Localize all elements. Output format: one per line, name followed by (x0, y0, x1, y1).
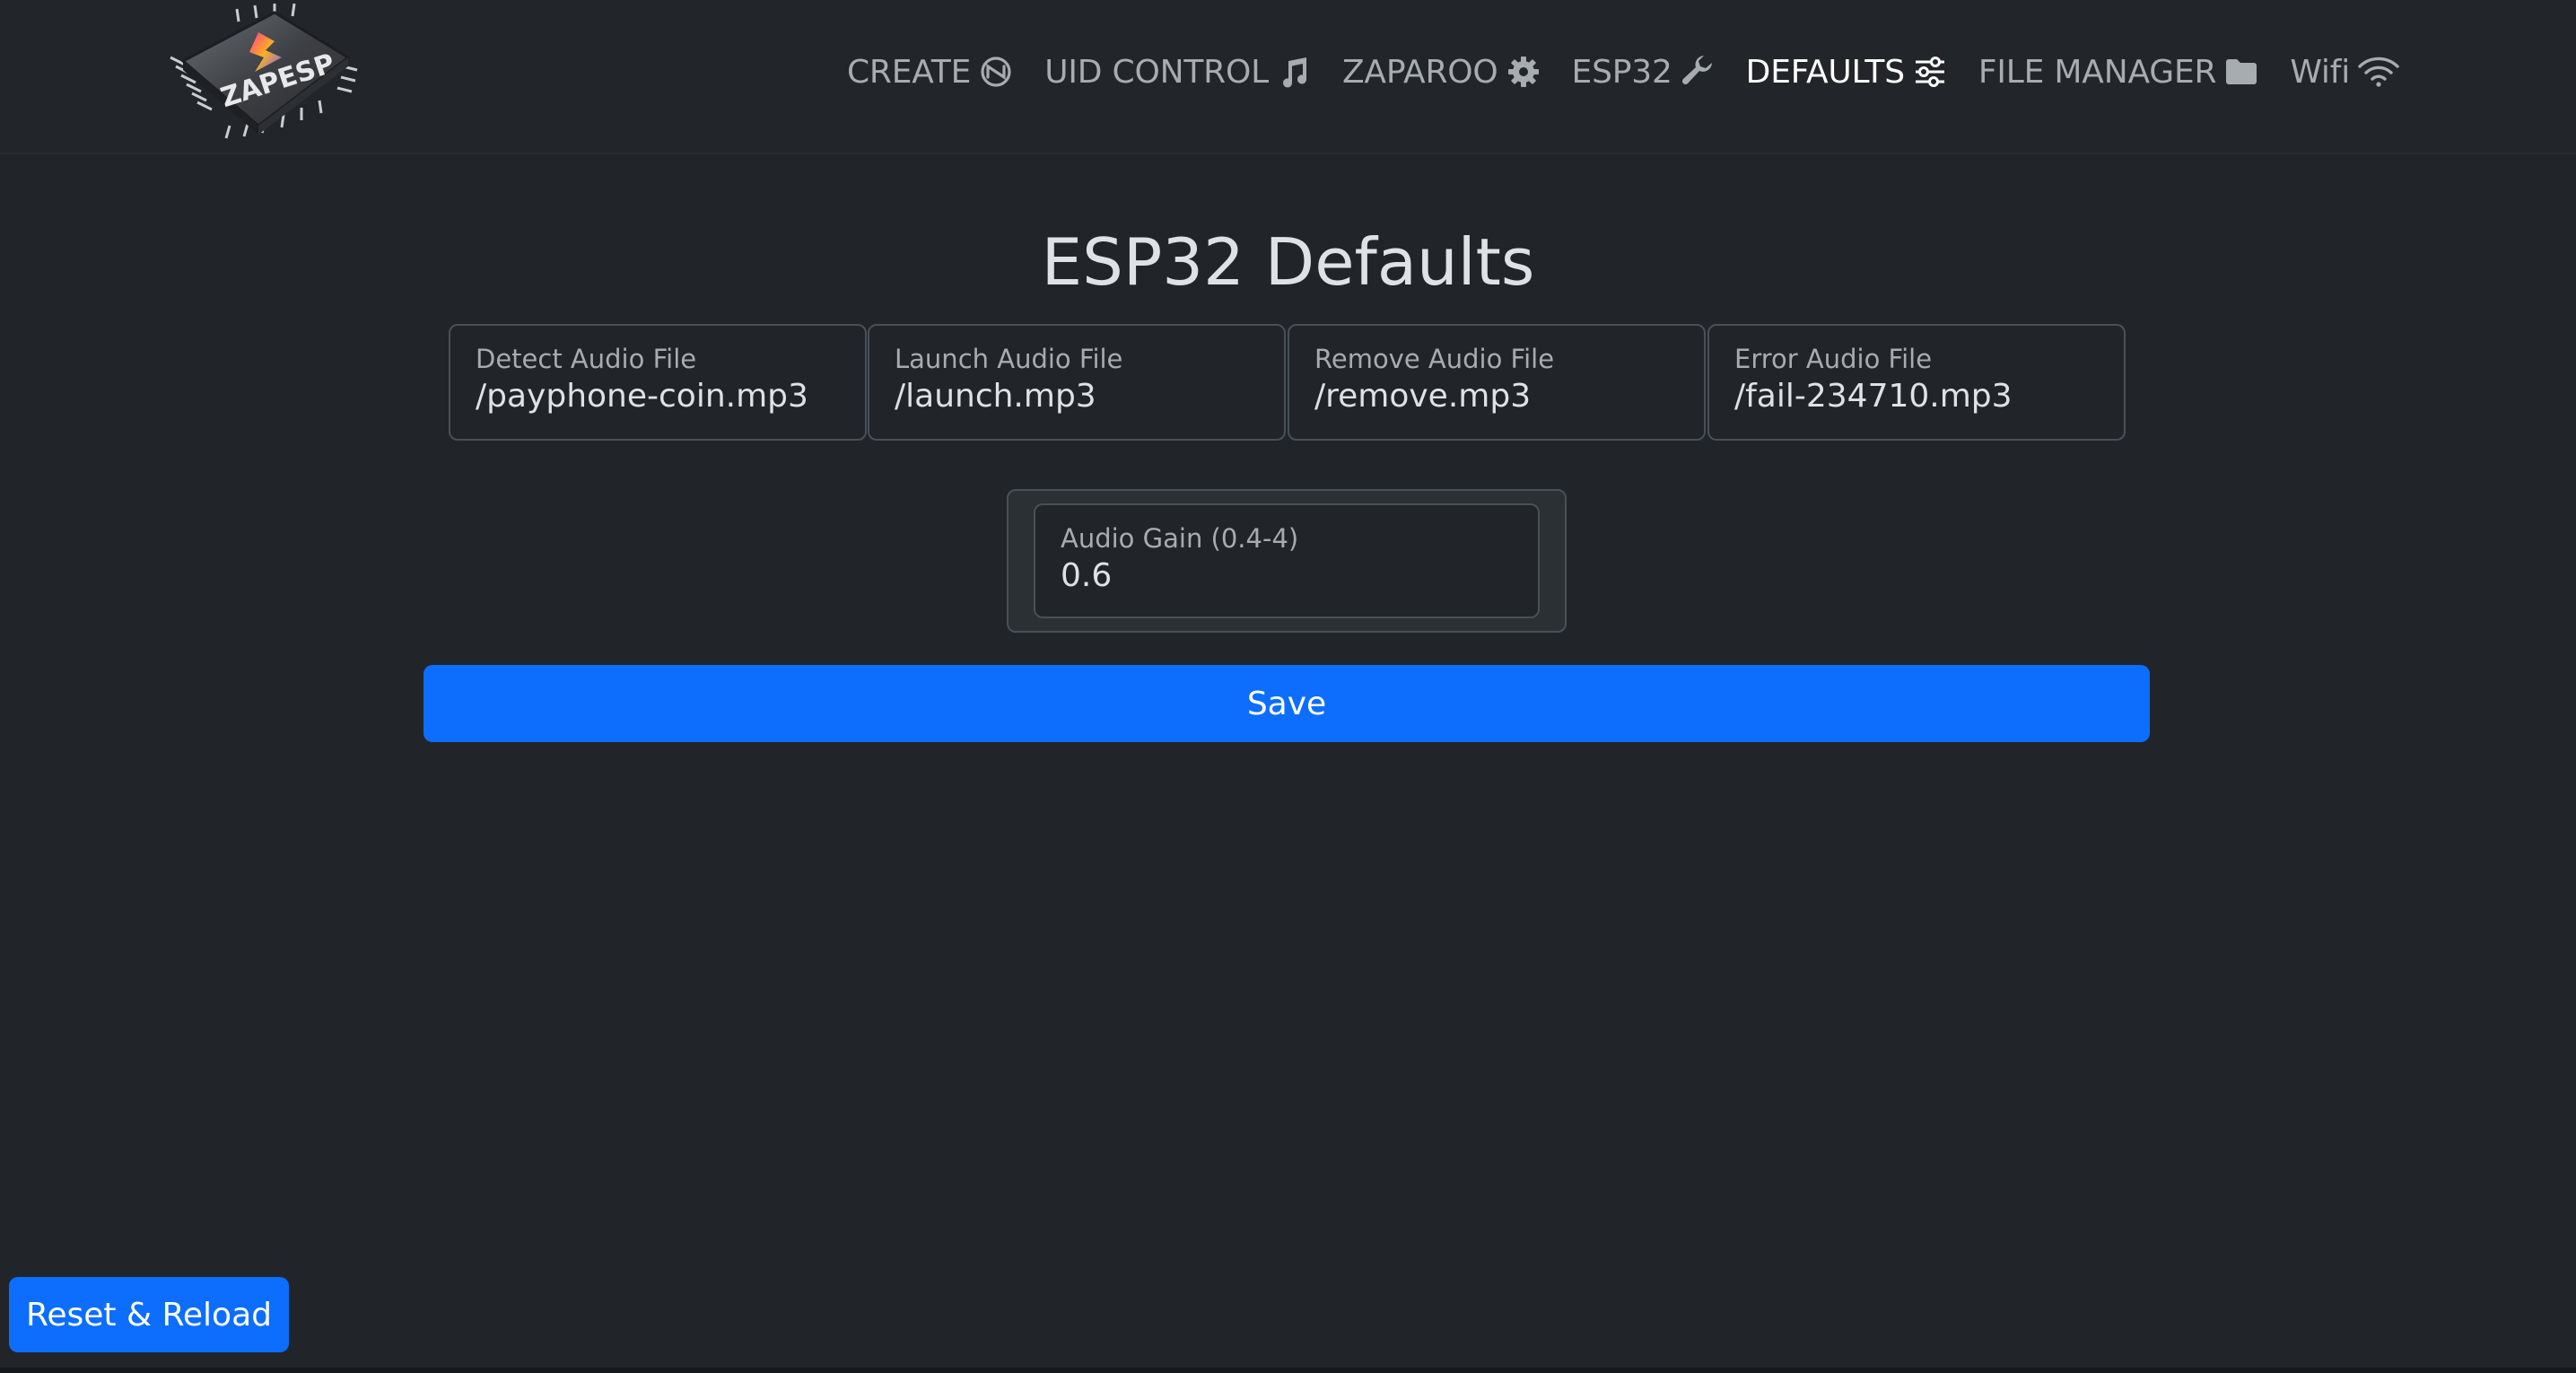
sliders-icon (1912, 54, 1948, 90)
wrench-icon (1680, 54, 1716, 90)
nfc-icon (978, 54, 1014, 90)
nav-uid-control-label: UID CONTROL (1044, 53, 1269, 91)
error-audio-label: Error Audio File (1734, 344, 1933, 374)
nav-file-manager[interactable]: FILE MANAGER (1978, 54, 2259, 91)
page-title: ESP32 Defaults (1041, 224, 1535, 300)
top-navbar: ZAPESP CREATE UID CONTROL ZAPAROO ESP32 … (0, 0, 2576, 154)
nav-uid-control[interactable]: UID CONTROL (1044, 54, 1312, 91)
nav-file-manager-label: FILE MANAGER (1978, 53, 2217, 91)
audio-gain-input[interactable] (1061, 557, 1527, 594)
nav-wifi[interactable]: Wifi (2290, 54, 2400, 91)
folder-icon (2223, 54, 2259, 90)
remove-audio-label: Remove Audio File (1314, 344, 1555, 374)
bottom-edge (0, 1368, 2576, 1373)
save-button[interactable]: Save (424, 665, 2150, 742)
detect-audio-label: Detect Audio File (476, 344, 697, 374)
launch-audio-input[interactable] (895, 378, 1273, 415)
reset-reload-button[interactable]: Reset & Reload (9, 1277, 289, 1352)
error-audio-field[interactable]: Error Audio File (1707, 324, 2126, 441)
nav-esp32[interactable]: ESP32 (1572, 54, 1716, 91)
nav-defaults-label: DEFAULTS (1745, 53, 1905, 91)
detect-audio-field[interactable]: Detect Audio File (449, 324, 867, 441)
remove-audio-input[interactable] (1314, 378, 1693, 415)
error-audio-input[interactable] (1734, 378, 2113, 415)
launch-audio-field[interactable]: Launch Audio File (868, 324, 1286, 441)
audio-gain-field[interactable]: Audio Gain (0.4-4) (1034, 503, 1540, 618)
nav-esp32-label: ESP32 (1571, 53, 1672, 91)
detect-audio-input[interactable] (476, 378, 854, 415)
nav-links: CREATE UID CONTROL ZAPAROO ESP32 DEFAULT… (847, 47, 2400, 97)
gear-icon (1506, 54, 1541, 90)
launch-audio-label: Launch Audio File (895, 344, 1123, 374)
wifi-icon (2357, 54, 2400, 90)
nav-defaults[interactable]: DEFAULTS (1746, 54, 1948, 91)
music-icon (1276, 54, 1312, 90)
zapesp-chip-logo[interactable]: ZAPESP (158, 2, 373, 144)
nav-create[interactable]: CREATE (847, 54, 1014, 91)
nav-wifi-label: Wifi (2290, 53, 2350, 91)
remove-audio-field[interactable]: Remove Audio File (1288, 324, 1706, 441)
nav-zaparoo[interactable]: ZAPAROO (1342, 54, 1541, 91)
audio-gain-group: Audio Gain (0.4-4) (1007, 489, 1567, 633)
audio-gain-label: Audio Gain (0.4-4) (1061, 523, 1299, 554)
nav-zaparoo-label: ZAPAROO (1341, 53, 1498, 91)
nav-create-label: CREATE (846, 53, 972, 91)
app-root: ZAPESP CREATE UID CONTROL ZAPAROO ESP32 … (0, 0, 2576, 1373)
